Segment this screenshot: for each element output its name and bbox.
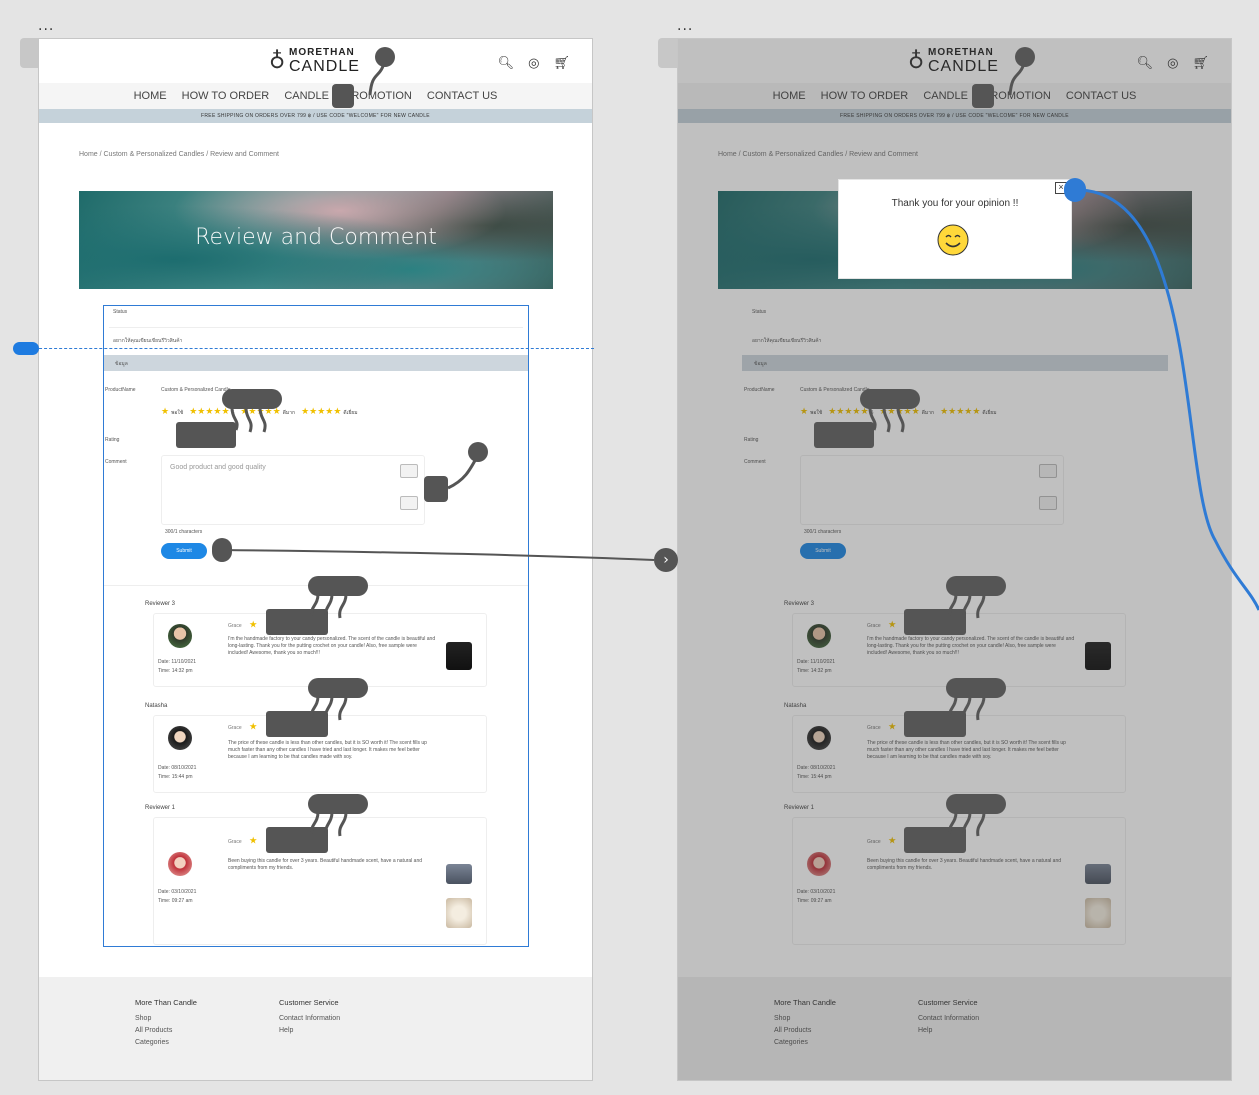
candle-logo-icon: ♁ — [269, 49, 286, 74]
thank-you-popup: Thank you for your opinion !! × — [838, 179, 1072, 279]
footer-heading: Customer Service — [279, 998, 339, 1007]
frame-tab — [658, 38, 678, 68]
smiling-face-icon — [937, 224, 969, 256]
flow-next-icon[interactable]: › — [654, 548, 678, 572]
frame-menu-dots[interactable]: ... — [677, 18, 693, 34]
promo-bar: FREE SHIPPING ON ORDERS OVER 799 ฿ / USE… — [39, 109, 592, 123]
footer-link-help[interactable]: Help — [279, 1025, 340, 1037]
guide-handle[interactable] — [13, 342, 39, 355]
nav-promotion[interactable]: PROMOTION — [344, 90, 412, 102]
footer-link-all-products[interactable]: All Products — [135, 1025, 197, 1037]
footer-col-service: Customer Service Contact Information Hel… — [279, 997, 340, 1037]
site-header: ♁ MORETHAN CANDLE 🔍︎ ◎ 🛒︎ — [39, 39, 592, 83]
footer-col-brand: More Than Candle Shop All Products Categ… — [135, 997, 197, 1049]
breadcrumb[interactable]: Home / Custom & Personalized Candles / R… — [79, 151, 279, 158]
main-nav: HOME HOW TO ORDER CANDLE PROMOTION CONTA… — [39, 83, 592, 109]
footer-link-contact[interactable]: Contact Information — [279, 1013, 340, 1025]
banner-title: Review and Comment — [195, 225, 437, 250]
footer-heading: More Than Candle — [135, 998, 197, 1007]
header-icons: 🔍︎ ◎ 🛒︎ — [484, 55, 570, 71]
nav-contact-us[interactable]: CONTACT US — [427, 90, 498, 102]
close-icon[interactable]: × — [1055, 182, 1067, 194]
footer-link-shop[interactable]: Shop — [135, 1013, 197, 1025]
screen-right: ♁ MORETHAN CANDLE 🔍︎ ◎ 🛒︎ HOME HOW TO ORDE… — [677, 38, 1232, 1081]
hero-banner: Review and Comment — [79, 191, 553, 289]
nav-candle[interactable]: CANDLE — [284, 90, 329, 102]
popup-message: Thank you for your opinion !! — [891, 198, 1019, 209]
nav-home[interactable]: HOME — [134, 90, 167, 102]
user-icon[interactable]: ◎ — [528, 55, 539, 70]
guide-line — [24, 348, 594, 349]
logo-line1: MORETHAN — [289, 47, 355, 58]
footer-link-categories[interactable]: Categories — [135, 1037, 197, 1049]
frame-menu-dots[interactable]: ... — [38, 18, 54, 34]
cart-icon[interactable]: 🛒︎ — [553, 55, 570, 70]
site-logo[interactable]: ♁ MORETHAN CANDLE — [269, 47, 389, 77]
selection-box[interactable] — [103, 305, 529, 947]
nav-how-to-order[interactable]: HOW TO ORDER — [182, 90, 270, 102]
frame-tab — [20, 38, 40, 68]
site-footer: More Than Candle Shop All Products Categ… — [39, 977, 592, 1080]
search-icon[interactable]: 🔍︎ — [498, 55, 515, 70]
logo-line2: CANDLE — [289, 58, 360, 75]
